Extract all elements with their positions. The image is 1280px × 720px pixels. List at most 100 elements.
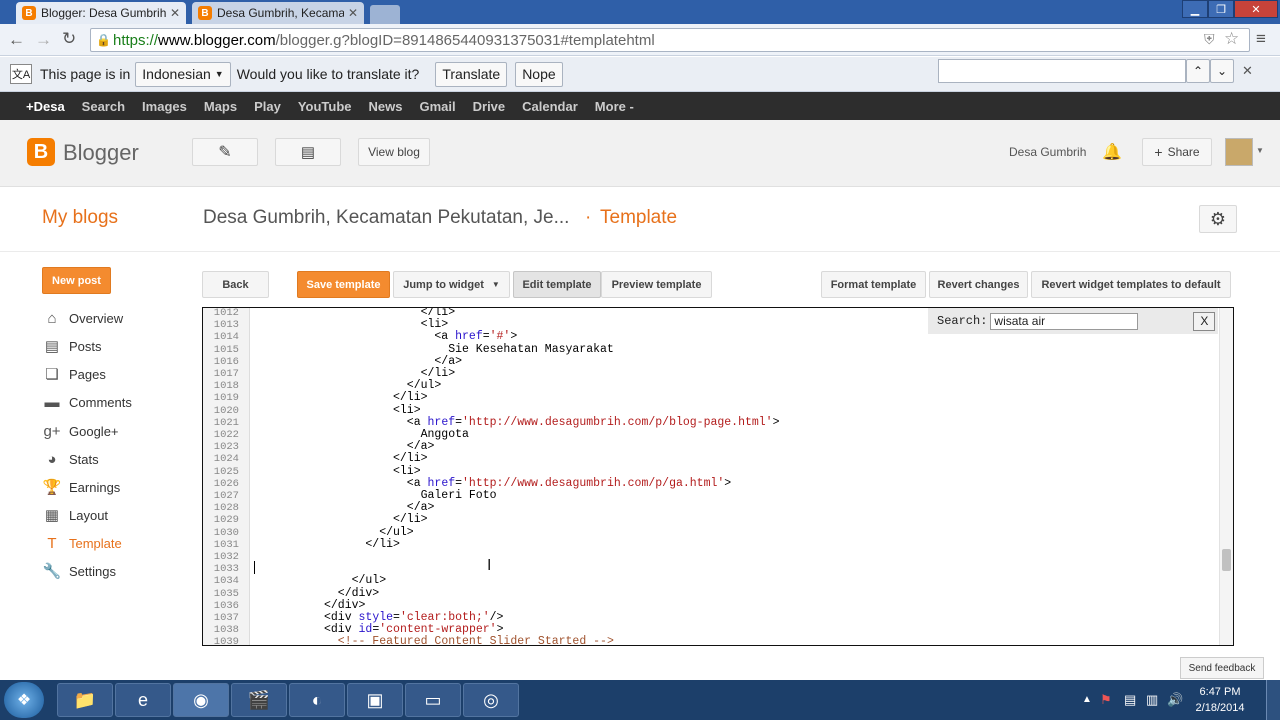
tray-app-icon[interactable]: ▤ — [1124, 692, 1136, 708]
shield-icon[interactable]: ⛨ — [1204, 31, 1215, 48]
my-blogs-link[interactable]: My blogs — [42, 207, 118, 229]
sidebar-item-stats[interactable]: ◕ Stats — [42, 448, 98, 470]
view-blog-button[interactable]: View blog — [358, 138, 430, 166]
forward-arrow-icon[interactable]: → — [35, 30, 52, 50]
home-icon: ⌂ — [47, 309, 57, 327]
menu-icon[interactable]: ≡ — [1256, 29, 1266, 49]
jump-to-widget-button[interactable]: Jump to widget ▼ — [393, 271, 510, 298]
posts-list-icon[interactable]: ▤ — [275, 138, 341, 166]
preview-template-button[interactable]: Preview template — [601, 271, 712, 298]
tray-volume-icon[interactable]: 🔊 — [1167, 692, 1183, 708]
save-template-button[interactable]: Save template — [297, 271, 390, 298]
user-name[interactable]: Desa Gumbrih — [1009, 145, 1086, 159]
back-button[interactable]: Back — [202, 271, 269, 298]
code-token: '#' — [489, 330, 511, 344]
code-token: = — [482, 330, 490, 344]
gbar-item[interactable]: Drive — [473, 99, 506, 114]
address-bar[interactable]: 🔒 https://www.blogger.com/blogger.g?blog… — [90, 28, 1250, 52]
new-tab-button[interactable] — [370, 5, 400, 24]
find-next-icon[interactable]: ⌄ — [1210, 59, 1234, 83]
avatar-chevron-down-icon[interactable]: ▼ — [1256, 146, 1264, 155]
recorder-icon[interactable]: ◐ — [289, 683, 345, 717]
maximize-icon[interactable]: ❐ — [1208, 0, 1234, 18]
blog-name[interactable]: Desa Gumbrih, Kecamatan Pekutatan, Je... — [203, 207, 575, 229]
explorer-icon[interactable]: 📁 — [57, 683, 113, 717]
browser-tab-active[interactable]: B Blogger: Desa Gumbrih, K ✕ — [16, 2, 186, 24]
gbar-item[interactable]: +Desa — [26, 99, 65, 114]
clock-time[interactable]: 6:47 PM — [1190, 686, 1250, 698]
show-desktop-button[interactable] — [1266, 680, 1280, 720]
sidebar-item-settings[interactable]: 🔧 Settings — [42, 560, 116, 582]
find-in-page-input[interactable] — [938, 59, 1186, 83]
browser-tab-inactive[interactable]: B Desa Gumbrih, Kecamatan ✕ — [192, 2, 364, 24]
reload-icon[interactable]: ↻ — [62, 29, 76, 49]
gbar-item[interactable]: News — [369, 99, 403, 114]
gbar-item[interactable]: Gmail — [420, 99, 456, 114]
find-close-icon[interactable]: ✕ — [1242, 63, 1253, 79]
gbar-item[interactable]: YouTube — [298, 99, 352, 114]
edit-template-button[interactable]: Edit template — [513, 271, 601, 298]
code-line[interactable]: <!-- Featured Content Slider Started --> — [338, 636, 614, 645]
sidebar-item-layout[interactable]: ▦ Layout — [42, 504, 108, 526]
window-close-icon[interactable]: ✕ — [1234, 0, 1278, 18]
network-app-icon[interactable]: ▣ — [347, 683, 403, 717]
revert-changes-button[interactable]: Revert changes — [929, 271, 1028, 298]
find-prev-icon[interactable]: ⌃ — [1186, 59, 1210, 83]
search-input[interactable]: wisata air — [990, 312, 1139, 330]
code-line[interactable]: Sie Kesehatan Masyarakat — [448, 342, 614, 356]
dropdown-arrow-icon: ▼ — [214, 69, 224, 79]
gbar-item[interactable]: More - — [595, 99, 634, 114]
gear-icon[interactable]: ⚙ — [1199, 205, 1237, 233]
tray-flag-icon[interactable]: ⚑ — [1100, 692, 1112, 708]
start-button-icon[interactable]: ❖ — [4, 682, 44, 718]
paint-icon[interactable]: ▭ — [405, 683, 461, 717]
notification-bell-icon[interactable]: 🔔 — [1102, 142, 1122, 162]
code-token: Anggota — [420, 428, 469, 441]
new-post-pencil-icon[interactable]: ✎ — [192, 138, 258, 166]
editor-scrollbar[interactable] — [1219, 308, 1233, 645]
blogger-logo-text[interactable]: Blogger — [63, 140, 139, 166]
tab-close-icon[interactable]: ✕ — [170, 6, 180, 20]
code-line[interactable]: </li> — [365, 538, 400, 551]
gbar-item[interactable]: Play — [254, 99, 281, 114]
sidebar-item-overview[interactable]: ⌂ Overview — [42, 307, 123, 329]
blogger-logo-icon[interactable]: B — [27, 138, 55, 166]
sidebar-item-posts[interactable]: ▤ Posts — [42, 335, 102, 357]
media-player-icon[interactable]: 🎬 — [231, 683, 287, 717]
code-token: Sie Kesehatan Masyarakat — [448, 342, 614, 356]
format-template-button[interactable]: Format template — [821, 271, 926, 298]
obs-icon[interactable]: ◎ — [463, 683, 519, 717]
avatar[interactable] — [1225, 138, 1253, 166]
language-select[interactable]: Indonesian ▼ — [135, 61, 231, 87]
scrollbar-thumb[interactable] — [1222, 549, 1231, 571]
search-close-button[interactable]: X — [1193, 311, 1216, 331]
gbar-item[interactable]: Calendar — [522, 99, 578, 114]
gbar-item[interactable]: Maps — [204, 99, 237, 114]
template-code-editor[interactable]: 1012 1013 1014 1015 1016 1017 1018 1019 1020 1021… — [202, 307, 1234, 646]
clock-date[interactable]: 2/18/2014 — [1190, 702, 1250, 714]
tray-network-icon[interactable]: ▥ — [1146, 692, 1158, 708]
share-button[interactable]: + Share — [1142, 138, 1212, 166]
sidebar-item-pages[interactable]: ❏ Pages — [42, 363, 106, 385]
sidebar-item-template[interactable]: T Template — [42, 532, 121, 554]
gbar-item[interactable]: Images — [142, 99, 187, 114]
bookmark-star-icon[interactable]: ☆ — [1224, 29, 1239, 49]
send-feedback-button[interactable]: Send feedback — [1180, 657, 1264, 679]
new-post-button[interactable]: New post — [42, 267, 111, 294]
gbar-item[interactable]: Search — [82, 99, 125, 114]
tray-expand-icon[interactable]: ▲ — [1082, 694, 1092, 705]
nope-button[interactable]: Nope — [515, 61, 563, 87]
lock-icon: 🔒 — [96, 33, 111, 47]
minimize-icon[interactable]: ▁ — [1182, 0, 1208, 18]
translate-button[interactable]: Translate — [435, 61, 508, 87]
share-label: Share — [1167, 145, 1200, 159]
back-arrow-icon[interactable]: ← — [8, 30, 25, 50]
code-token: <a — [406, 415, 428, 429]
revert-widget-templates-button[interactable]: Revert widget templates to default — [1031, 271, 1231, 298]
tab-close-icon[interactable]: ✕ — [348, 6, 358, 20]
sidebar-item-comments[interactable]: ▬ Comments — [42, 391, 132, 413]
internet-explorer-icon[interactable]: e — [115, 683, 171, 717]
sidebar-item-google-plus[interactable]: g+ Google+ — [42, 420, 118, 442]
chrome-icon[interactable]: ◉ — [173, 683, 229, 717]
sidebar-item-earnings[interactable]: 🏆 Earnings — [42, 476, 121, 498]
